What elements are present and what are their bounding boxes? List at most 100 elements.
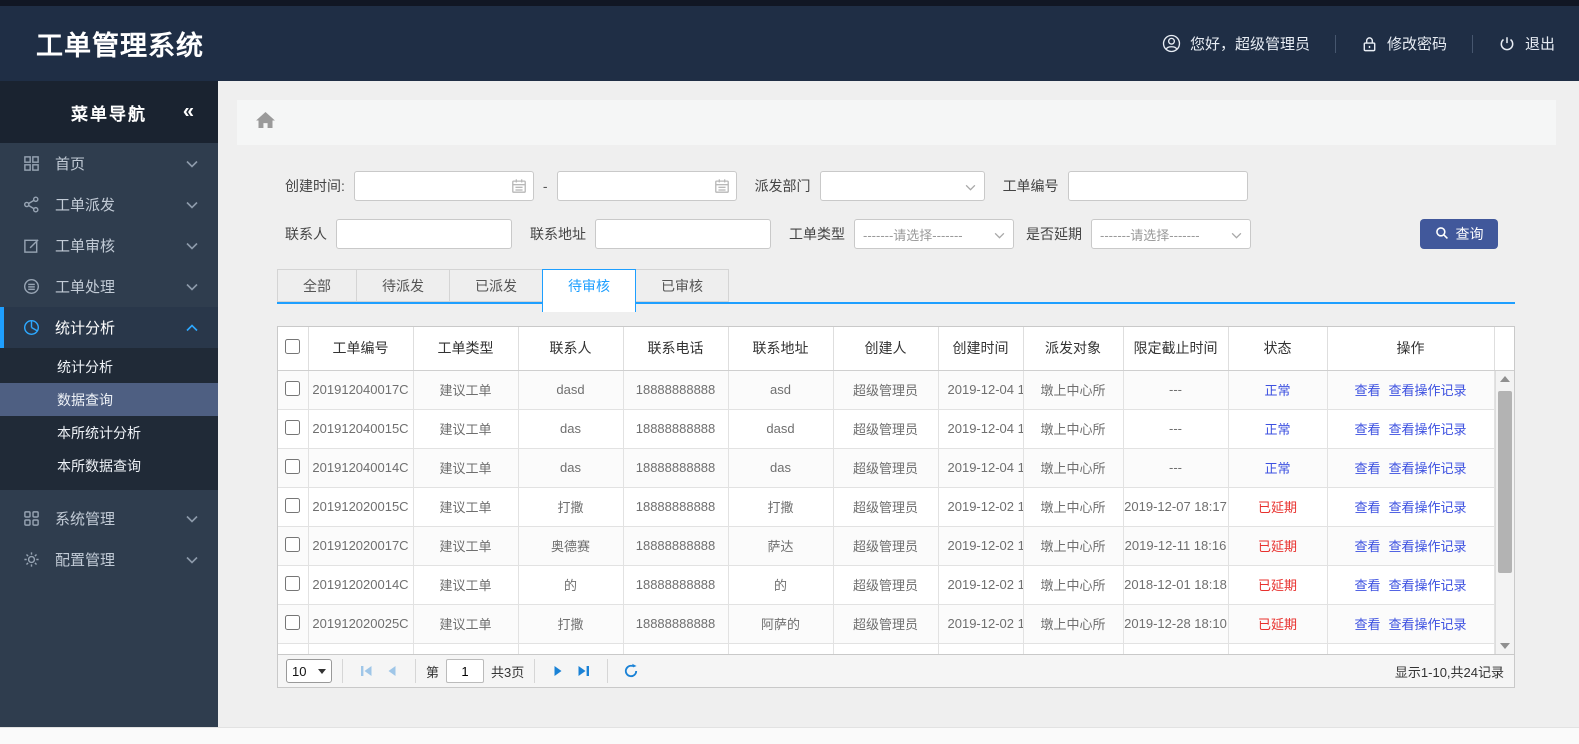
cell-creator: 超级管理员 [833,526,939,566]
header-divider [1471,34,1473,53]
tab-pending-review[interactable]: 待审核 [542,269,636,312]
status-badge: 正常 [1264,422,1291,437]
submenu-item-local-statistics[interactable]: 本所统计分析 [0,416,218,449]
app-title: 工单管理系统 [36,31,204,61]
view-log-link[interactable]: 查看操作记录 [1389,617,1467,632]
sidebar-item-statistics[interactable]: 统计分析 [0,307,218,348]
submenu-item-data-query[interactable]: 数据查询 [0,383,218,416]
logout-button[interactable]: 退出 [1498,33,1555,54]
row-checkbox[interactable] [285,575,301,591]
view-link[interactable]: 查看 [1354,578,1380,593]
first-page-button[interactable] [358,663,374,679]
table-row: 201912020014C 建议工单 的 18888888888 的 超级管理员… [278,565,1514,605]
create-time-end-input[interactable] [556,171,737,201]
col-create-time: 创建时间 [938,327,1024,371]
table-row: 201912020015C 建议工单 打撒 18888888888 打撒 超级管… [278,487,1514,527]
delay-select[interactable]: -------请选择------- [1091,219,1251,249]
address-input[interactable] [595,219,771,249]
view-link[interactable]: 查看 [1354,422,1380,437]
chevron-down-icon [186,160,198,168]
row-checkbox[interactable] [285,497,301,513]
contact-input[interactable] [336,219,512,249]
change-password-button[interactable]: 修改密码 [1361,33,1447,54]
cell-contact: dasd [518,370,624,410]
order-type-label: 工单类型 [789,226,845,242]
sidebar-item-home[interactable]: 首页 [0,143,218,184]
select-all-checkbox[interactable] [285,339,301,355]
sidebar-item-label: 配置管理 [55,552,116,569]
last-page-button[interactable] [576,663,592,679]
tab-pending-dispatch[interactable]: 待派发 [356,269,450,302]
page-size-select[interactable]: 10 [286,659,332,683]
next-page-button[interactable] [550,663,566,679]
cell-phone [623,643,729,654]
row-checkbox[interactable] [285,419,301,435]
sidebar-item-dispatch[interactable]: 工单派发 [0,184,218,225]
view-link[interactable]: 查看 [1354,617,1380,632]
create-time-start-input[interactable] [353,171,534,201]
view-log-link[interactable]: 查看操作记录 [1389,422,1467,437]
cell-order-no: 201912020014C [308,565,414,605]
row-checkbox[interactable] [285,380,301,396]
table-scrollbar[interactable] [1495,371,1514,654]
cell-phone: 18888888888 [623,526,729,566]
prev-page-button[interactable] [384,663,400,679]
row-checkbox[interactable] [285,614,301,630]
scrollbar-thumb[interactable] [1498,391,1512,573]
scroll-up-arrow-icon[interactable] [1500,376,1510,382]
row-checkbox[interactable] [285,458,301,474]
scroll-down-arrow-icon[interactable] [1500,643,1510,649]
tab-dispatched[interactable]: 已派发 [449,269,543,302]
cell-order-no: 201912040014C [308,448,414,488]
cell-deadline: --- [1123,409,1229,449]
sidebar-item-process[interactable]: 工单处理 [0,266,218,307]
user-greeting[interactable]: 您好，超级管理员 [1162,33,1310,54]
cell-type [413,643,519,654]
chevron-down-icon [186,283,198,291]
cell-phone: 18888888888 [623,370,729,410]
sidebar-item-config[interactable]: 配置管理 [0,539,218,580]
view-link[interactable]: 查看 [1354,461,1380,476]
view-log-link[interactable]: 查看操作记录 [1389,500,1467,515]
home-icon[interactable] [256,111,275,134]
work-order-table: 工单编号 工单类型 联系人 联系电话 联系地址 创建人 创建时间 派发对象 限定… [277,326,1515,655]
tab-reviewed[interactable]: 已审核 [635,269,729,302]
cell-contact [518,643,624,654]
refresh-icon[interactable] [623,663,639,679]
search-button[interactable]: 查询 [1420,219,1498,249]
cell-actions: 查看 查看操作记录 [1327,409,1495,449]
status-badge: 已延期 [1257,500,1297,515]
calendar-icon[interactable] [714,178,730,197]
cell-target [1023,643,1124,654]
view-link[interactable]: 查看 [1354,383,1380,398]
sidebar-item-system[interactable]: 系统管理 [0,498,218,539]
sidebar-collapse-icon[interactable]: « [183,101,196,124]
app-window: 工单管理系统 您好，超级管理员 修改密码 退出 菜单导航 « 首页 工单派发 工… [0,0,1579,744]
contact-label: 联系人 [285,226,327,242]
bottom-strip [0,727,1579,744]
chevron-down-icon [965,179,976,194]
submenu-item-statistics[interactable]: 统计分析 [0,350,218,383]
cell-address: 打撒 [728,487,834,527]
view-log-link[interactable]: 查看操作记录 [1389,578,1467,593]
order-type-select[interactable]: -------请选择------- [854,219,1014,249]
process-icon [23,278,41,295]
page-number-input[interactable] [446,659,485,683]
cell-checkbox [278,409,309,449]
dept-select[interactable] [819,171,985,201]
submenu-item-local-data-query[interactable]: 本所数据查询 [0,449,218,482]
cell-checkbox [278,643,309,654]
cell-phone: 18888888888 [623,448,729,488]
view-log-link[interactable]: 查看操作记录 [1389,461,1467,476]
view-link[interactable]: 查看 [1354,500,1380,515]
row-checkbox[interactable] [285,536,301,552]
power-icon [1498,35,1516,53]
view-link[interactable]: 查看 [1354,539,1380,554]
tab-all[interactable]: 全部 [277,269,357,302]
row-checkbox[interactable] [285,653,301,654]
view-log-link[interactable]: 查看操作记录 [1389,383,1467,398]
sidebar-item-review[interactable]: 工单审核 [0,225,218,266]
calendar-icon[interactable] [511,178,527,197]
view-log-link[interactable]: 查看操作记录 [1389,539,1467,554]
order-no-input[interactable] [1067,171,1248,201]
